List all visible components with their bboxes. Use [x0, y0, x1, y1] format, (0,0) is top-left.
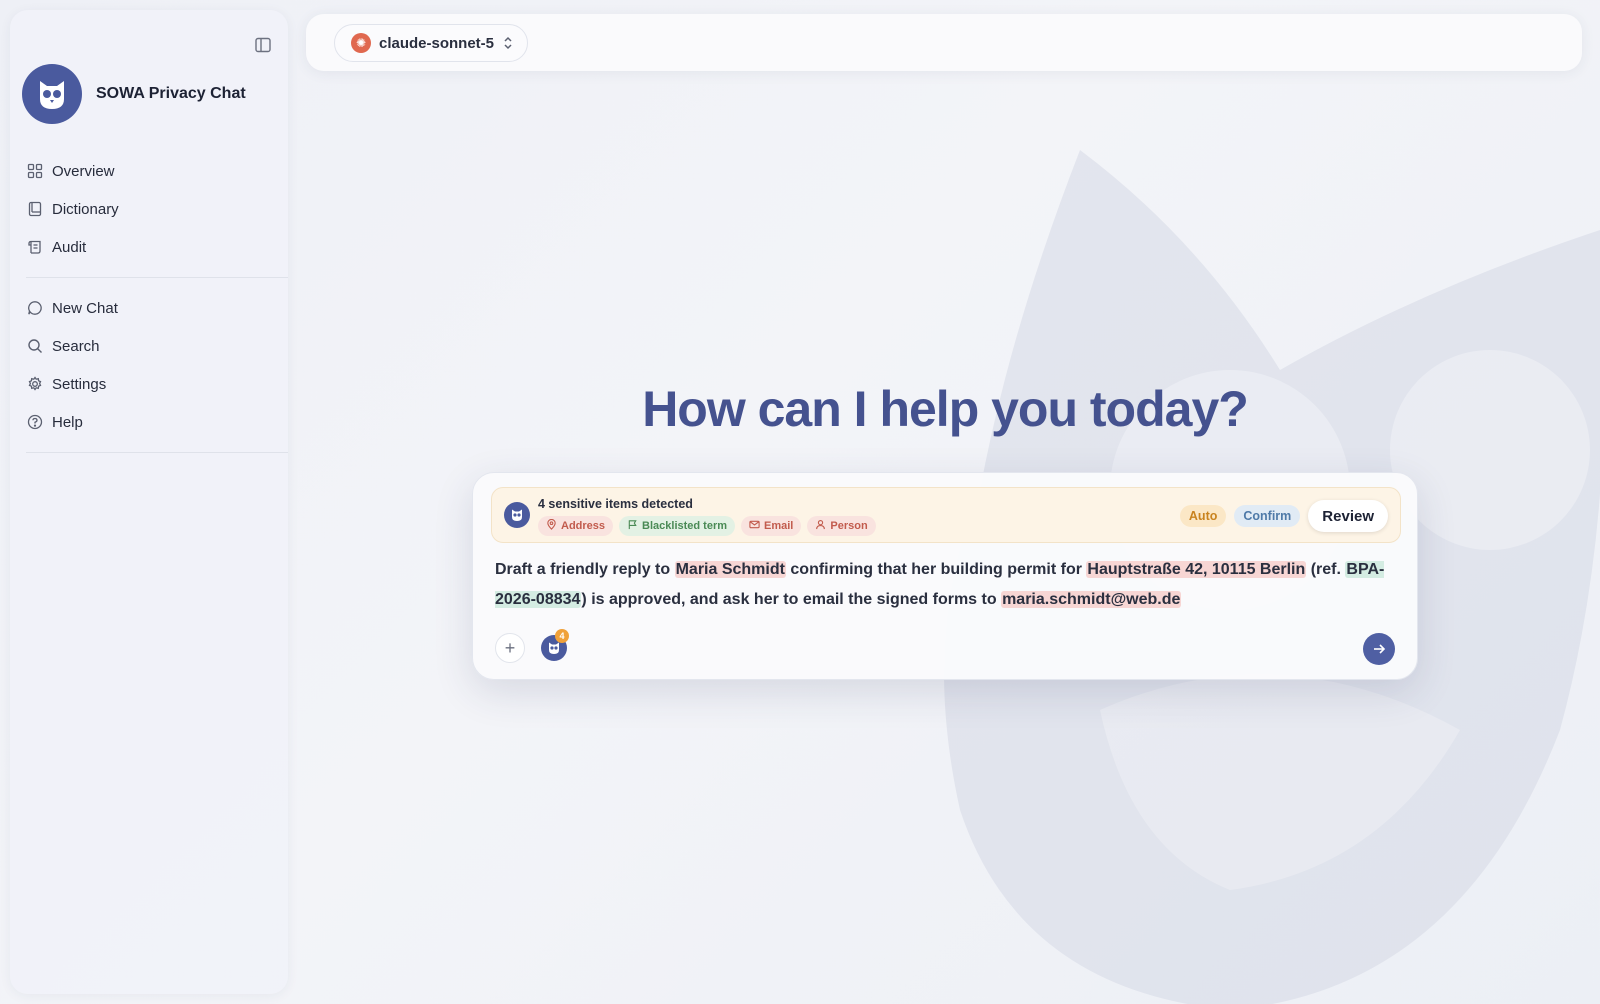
- book-icon: [26, 200, 44, 218]
- chevron-up-down-icon: [502, 35, 514, 51]
- redaction-mode-group: Auto Confirm Review: [1179, 500, 1388, 532]
- sidebar-item-label: Search: [52, 337, 100, 355]
- prompt-text: Draft a friendly reply to: [495, 561, 675, 578]
- sidebar-nav: Overview Dictionary Audit New Chat Searc…: [26, 152, 288, 464]
- detection-chips: Address Blacklisted term Email Person: [538, 516, 876, 536]
- chip-blacklisted-term[interactable]: Blacklisted term: [619, 516, 736, 536]
- sidebar-item-label: Audit: [52, 238, 87, 256]
- grid-icon: [26, 162, 44, 180]
- send-button[interactable]: [1363, 633, 1395, 665]
- mode-review-button[interactable]: Review: [1308, 500, 1388, 532]
- owl-shield-icon: [504, 502, 530, 528]
- flag-icon: [627, 519, 638, 533]
- arrow-right-icon: [1374, 644, 1386, 654]
- page-title: How can I help you today?: [642, 381, 1249, 437]
- gear-icon: [26, 375, 44, 393]
- sidebar-item-dictionary[interactable]: Dictionary: [26, 190, 288, 228]
- sidebar-divider: [26, 277, 288, 278]
- sidebar-item-label: Help: [52, 413, 83, 431]
- owl-logo-icon: [22, 64, 82, 124]
- chat-composer: 4 sensitive items detected Address Black…: [472, 472, 1418, 680]
- model-selector[interactable]: ✺ claude-sonnet-5: [334, 24, 528, 62]
- sidebar-item-settings[interactable]: Settings: [26, 365, 288, 403]
- top-bar: ✺ claude-sonnet-5: [306, 14, 1582, 71]
- prompt-input[interactable]: Draft a friendly reply to Maria Schmidt …: [495, 555, 1395, 615]
- search-icon: [26, 337, 44, 355]
- highlight-email[interactable]: maria.schmidt@web.de: [1001, 591, 1182, 608]
- chip-address[interactable]: Address: [538, 516, 614, 536]
- mail-icon: [749, 519, 760, 533]
- model-name: claude-sonnet-5: [379, 34, 495, 52]
- sidebar-item-label: Overview: [52, 162, 115, 180]
- chip-label: Person: [830, 520, 868, 532]
- sidebar-item-search[interactable]: Search: [26, 327, 288, 365]
- sidebar-item-overview[interactable]: Overview: [26, 152, 288, 190]
- mode-auto-button[interactable]: Auto: [1179, 505, 1227, 527]
- sidebar-item-label: Dictionary: [52, 200, 119, 218]
- chip-label: Address: [561, 520, 606, 532]
- chip-label: Email: [764, 520, 794, 532]
- help-circle-icon: [26, 413, 44, 431]
- sidebar: SOWA Privacy Chat Overview Dictionary Au…: [10, 10, 288, 994]
- prompt-text: (ref.: [1306, 561, 1346, 578]
- model-provider-icon: ✺: [351, 33, 371, 53]
- sidebar-item-audit[interactable]: Audit: [26, 228, 288, 266]
- scroll-icon: [26, 238, 44, 256]
- plus-icon: +: [504, 637, 516, 658]
- sidebar-item-new-chat[interactable]: New Chat: [26, 289, 288, 327]
- prompt-text: confirming that her building permit for: [785, 561, 1087, 578]
- chat-bubble-icon: [26, 299, 44, 317]
- alert-title: 4 sensitive items detected: [538, 497, 693, 511]
- map-pin-icon: [546, 518, 557, 533]
- sensitive-items-alert: 4 sensitive items detected Address Black…: [491, 487, 1401, 543]
- sidebar-item-label: New Chat: [52, 299, 118, 317]
- chip-label: Blacklisted term: [642, 520, 728, 532]
- chip-email[interactable]: Email: [741, 516, 802, 536]
- prompt-text: ) is approved, and ask her to email the …: [581, 591, 1002, 608]
- sidebar-toggle-icon[interactable]: [254, 36, 274, 56]
- highlight-person[interactable]: Maria Schmidt: [674, 561, 786, 578]
- sidebar-divider: [26, 452, 288, 453]
- chip-person[interactable]: Person: [807, 516, 876, 536]
- attach-button[interactable]: +: [495, 633, 525, 663]
- highlight-address[interactable]: Hauptstraße 42, 10115 Berlin: [1086, 561, 1307, 578]
- sidebar-item-label: Settings: [52, 375, 107, 393]
- person-icon: [815, 519, 826, 533]
- app-name: SOWA Privacy Chat: [96, 85, 246, 102]
- detection-count-badge: 4: [555, 629, 569, 643]
- brand[interactable]: SOWA Privacy Chat: [22, 64, 246, 124]
- sidebar-item-help[interactable]: Help: [26, 403, 288, 441]
- mode-confirm-button[interactable]: Confirm: [1234, 505, 1301, 527]
